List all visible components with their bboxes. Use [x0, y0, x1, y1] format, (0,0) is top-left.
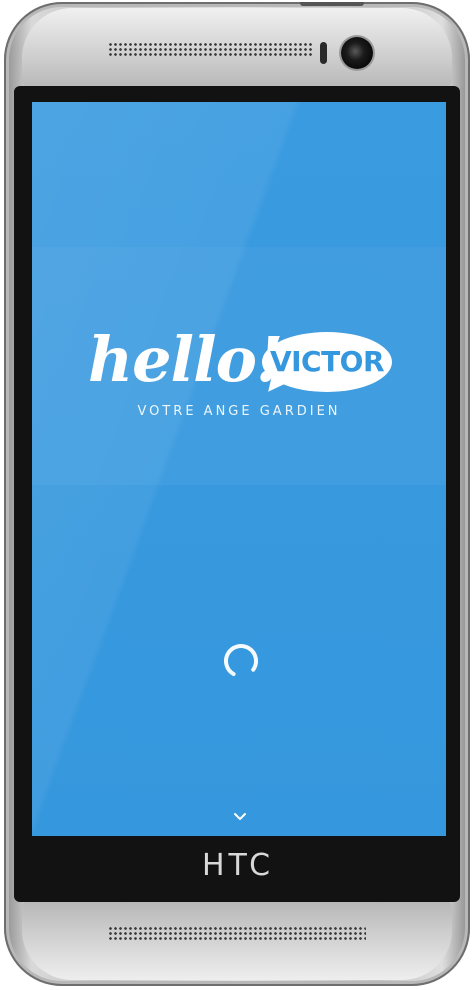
logo-hello-text: hello! [88, 323, 283, 396]
app-tagline: VOTRE ANGE GARDIEN [137, 404, 341, 419]
logo-victor-text: VICTOR [269, 345, 385, 378]
device-brand-logo: HTC [201, 848, 275, 883]
power-button [300, 2, 364, 6]
bottom-speaker-grille [108, 926, 366, 942]
app-screen: hello! VICTOR VOTRE ANGE GARDIEN [32, 102, 446, 836]
top-speaker-grille [108, 42, 313, 58]
phone-frame: hello! VICTOR VOTRE ANGE GARDIEN [4, 2, 470, 986]
spinner-icon [224, 644, 258, 678]
front-camera-icon [341, 37, 373, 69]
proximity-sensor [320, 42, 327, 64]
chevron-down-icon[interactable] [233, 812, 247, 822]
